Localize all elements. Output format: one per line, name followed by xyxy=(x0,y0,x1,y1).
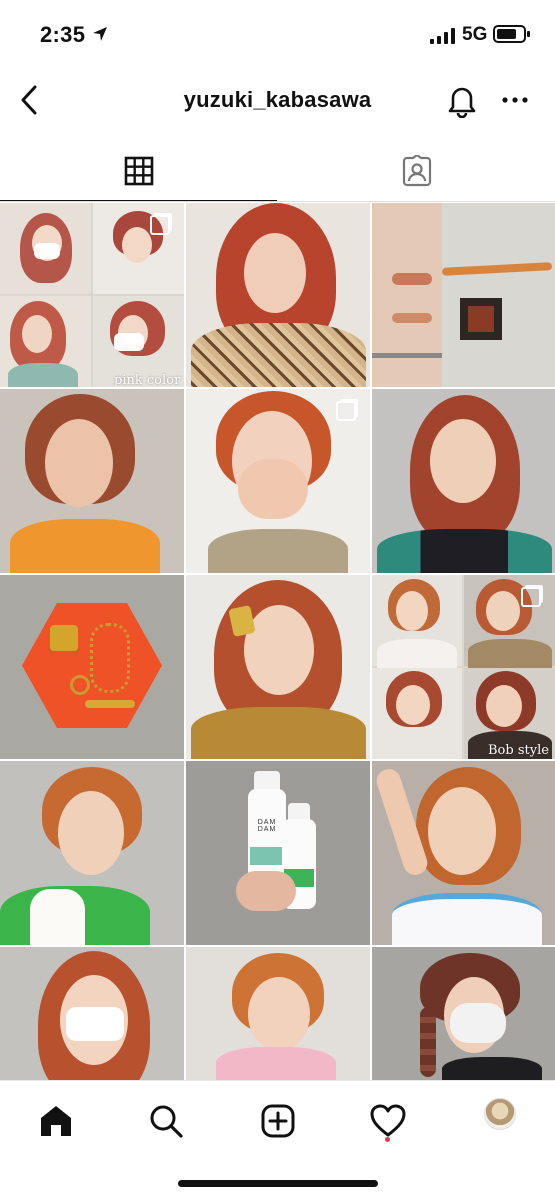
tab-divider xyxy=(0,201,555,202)
network-type: 5G xyxy=(462,24,488,45)
post-thumbnail-2[interactable] xyxy=(186,203,370,387)
more-options-button[interactable] xyxy=(500,82,530,118)
tab-posts-grid[interactable] xyxy=(0,140,277,202)
post-thumbnail-15[interactable] xyxy=(372,947,555,1080)
new-post-icon xyxy=(261,1104,295,1138)
grid-icon xyxy=(124,156,153,186)
post-thumbnail-9[interactable]: Bob style xyxy=(372,575,555,759)
notifications-button[interactable] xyxy=(444,82,480,119)
back-button[interactable] xyxy=(14,80,44,120)
nav-new-post-button[interactable] xyxy=(256,1099,300,1143)
location-arrow-icon xyxy=(93,27,107,41)
more-dots-icon xyxy=(502,97,528,103)
search-icon xyxy=(150,1105,183,1138)
post-overlay-text: Bob style xyxy=(488,743,549,758)
status-bar: 2:35 5G xyxy=(0,0,555,70)
post-thumbnail-14[interactable] xyxy=(186,947,370,1080)
profile-avatar[interactable] xyxy=(484,1098,516,1130)
profile-tabs xyxy=(0,140,555,202)
tab-tagged[interactable] xyxy=(278,140,555,202)
home-indicator xyxy=(178,1180,378,1187)
post-thumbnail-6[interactable] xyxy=(372,389,555,573)
status-time: 2:35 xyxy=(40,22,86,47)
multiple-photos-icon xyxy=(521,587,541,607)
post-thumbnail-7[interactable] xyxy=(0,575,184,759)
posts-grid: pink color Bob style DAM DAM xyxy=(0,203,555,1080)
nav-home-button[interactable] xyxy=(34,1099,78,1143)
post-thumbnail-1[interactable]: pink color xyxy=(0,203,184,387)
activity-notification-dot xyxy=(385,1137,390,1142)
multiple-photos-icon xyxy=(336,401,356,421)
product-label: DAM DAM xyxy=(257,819,277,833)
home-icon xyxy=(41,1106,71,1136)
signal-bars-icon xyxy=(430,28,455,44)
post-thumbnail-11[interactable]: DAM DAM xyxy=(186,761,370,945)
post-thumbnail-8[interactable] xyxy=(186,575,370,759)
tagged-person-icon xyxy=(402,155,431,187)
bell-icon xyxy=(448,87,476,119)
activity-heart-icon xyxy=(370,1104,406,1137)
post-thumbnail-4[interactable] xyxy=(0,389,184,573)
post-thumbnail-12[interactable] xyxy=(372,761,555,945)
profile-header: yuzuki_kabasawa xyxy=(0,70,555,132)
post-thumbnail-5[interactable] xyxy=(186,389,370,573)
back-chevron-icon xyxy=(21,85,37,115)
nav-search-button[interactable] xyxy=(144,1099,188,1143)
multiple-photos-icon xyxy=(150,215,170,235)
post-thumbnail-10[interactable] xyxy=(0,761,184,945)
post-thumbnail-13[interactable] xyxy=(0,947,184,1080)
post-overlay-text: pink color xyxy=(114,373,181,387)
post-thumbnail-3[interactable] xyxy=(372,203,555,387)
battery-icon xyxy=(493,25,530,43)
